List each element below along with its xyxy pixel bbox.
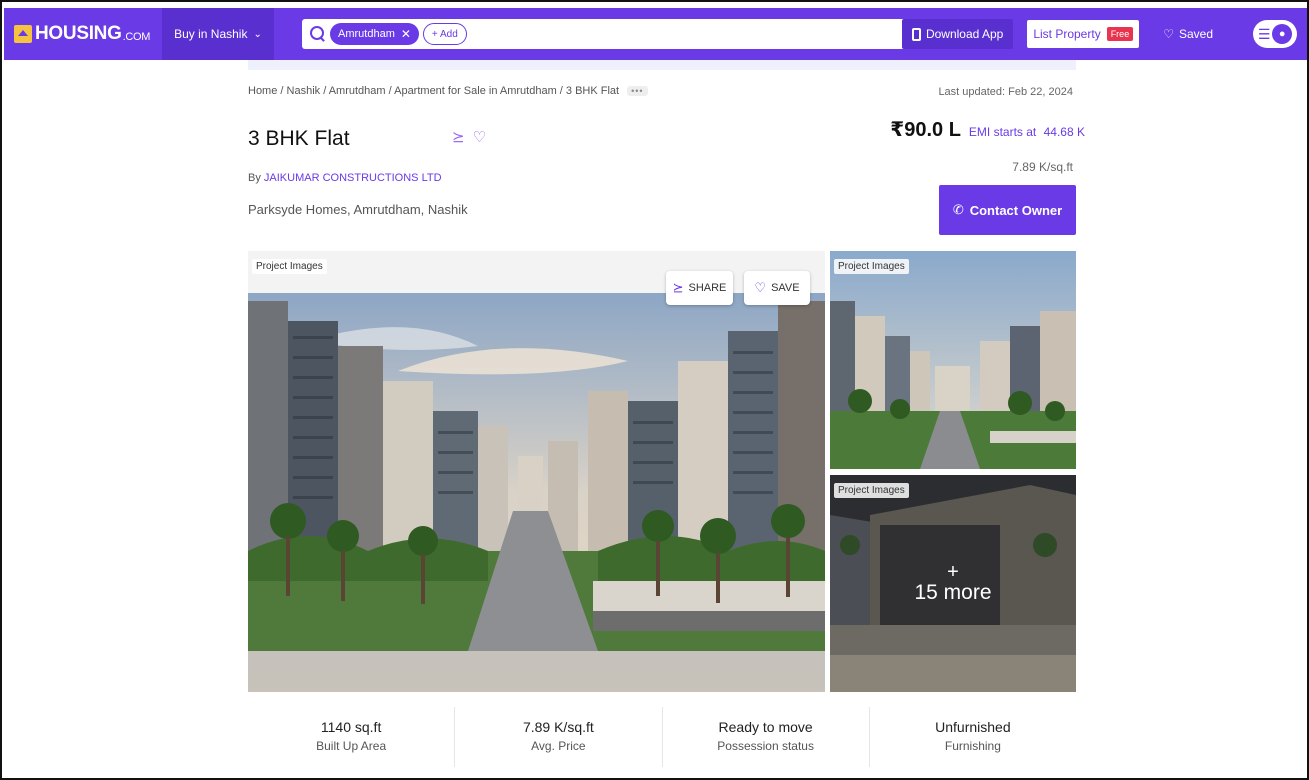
stat-value: Ready to move [718,719,813,735]
contact-owner-button[interactable]: ✆ Contact Owner [939,185,1076,235]
contact-owner-label: Contact Owner [969,202,1063,218]
share-label: SHARE [688,282,727,294]
more-count: 15 more [914,580,992,604]
stat-value: 7.89 K/sq.ft [522,719,594,735]
top-navbar: HOUSING .COM Buy in Nashik ⌄ Amrutdham ✕… [4,8,1307,60]
stat-value: Unfurnished [935,719,1011,735]
house-icon [14,25,32,43]
share-icon: ⪰ [672,280,684,295]
locality-chip[interactable]: Amrutdham ✕ [330,23,419,45]
sub-header-strip [248,60,1076,70]
stat-label: Avg. Price [531,739,586,753]
price-per-sqft: 7.89 K/sq.ft [1012,160,1073,174]
plus-icon: + [947,560,959,583]
search-icon [310,26,326,42]
share-icon[interactable]: ⪰ [452,128,465,146]
profile-menu-button[interactable]: ☰ ● [1253,20,1297,48]
builder-line: By JAIKUMAR CONSTRUCTIONS LTD [248,172,442,184]
image-label: Project Images [252,259,327,274]
search-bar[interactable]: Amrutdham ✕ + Add [302,19,937,49]
heart-icon[interactable]: ♡ [473,128,486,146]
key-stats: 1140 sq.ft Built Up Area 7.89 K/sq.ft Av… [248,707,1076,767]
stat-value: 1140 sq.ft [320,719,382,735]
city-label: Buy in Nashik [174,27,248,41]
emi-link[interactable]: EMI starts at 44.68 K [969,125,1085,139]
price-row: ₹90.0 L EMI starts at 44.68 K [890,117,1085,142]
more-images-tile[interactable]: Project Images + 15 more [830,475,1076,692]
heart-icon: ♡ [1163,27,1174,41]
saved-link[interactable]: ♡ Saved [1163,27,1213,41]
page-title: 3 BHK Flat [248,127,350,150]
download-app-button[interactable]: Download App [901,19,1014,49]
stat-label: Possession status [717,739,814,753]
logo-text: HOUSING [35,23,122,44]
breadcrumb-text[interactable]: Home / Nashik / Amrutdham / Apartment fo… [248,85,619,97]
main-project-image[interactable]: Project Images [248,251,825,692]
image-label: Project Images [834,259,909,274]
hamburger-icon: ☰ [1257,25,1271,42]
free-badge: Free [1106,27,1134,41]
save-label: SAVE [771,282,800,294]
save-button[interactable]: ♡ SAVE [744,271,810,305]
close-icon[interactable]: ✕ [401,27,411,41]
price: ₹90.0 L [890,119,961,141]
download-app-label: Download App [925,27,1004,41]
page-frame: HOUSING .COM Buy in Nashik ⌄ Amrutdham ✕… [0,0,1309,780]
emi-label: EMI starts at [968,125,1037,139]
stat-built-up-area: 1140 sq.ft Built Up Area [248,707,456,767]
saved-label: Saved [1178,27,1213,41]
locality-text: Parksyde Homes, Amrutdham, Nashik [248,202,468,217]
share-button[interactable]: ⪰ SHARE [666,271,733,305]
nav-actions: Download App List Property Free ♡ Saved … [901,8,1297,60]
avatar: ● [1272,24,1293,44]
side-project-image-1[interactable]: Project Images [830,251,1076,469]
township-illustration [830,251,1076,469]
housing-logo[interactable]: HOUSING .COM [14,23,150,45]
township-illustration [248,251,825,692]
logo-suffix: .COM [122,30,151,43]
stat-avg-price: 7.89 K/sq.ft Avg. Price [455,707,663,767]
builder-link[interactable]: JAIKUMAR CONSTRUCTIONS LTD [264,172,442,184]
builder-prefix: By [248,172,261,184]
breadcrumb: Home / Nashik / Amrutdham / Apartment fo… [248,85,648,97]
breadcrumb-more-button[interactable]: ••• [627,86,648,96]
stat-possession: Ready to move Possession status [663,707,870,767]
add-locality-button[interactable]: + Add [422,23,467,45]
city-selector[interactable]: Buy in Nashik ⌄ [162,8,274,60]
chevron-down-icon: ⌄ [253,28,262,40]
stat-furnishing: Unfurnished Furnishing [870,707,1076,767]
phone-icon: ✆ [952,202,964,217]
last-updated: Last updated: Feb 22, 2024 [938,86,1073,98]
list-property-label: List Property [1033,27,1101,41]
title-actions: ⪰ ♡ [452,128,486,146]
stat-label: Built Up Area [316,739,387,753]
heart-icon: ♡ [754,280,767,295]
stat-label: Furnishing [944,739,1001,753]
chip-label: Amrutdham [338,28,395,40]
list-property-button[interactable]: List Property Free [1027,20,1140,48]
emi-value: 44.68 K [1043,125,1085,139]
phone-icon [911,27,921,41]
more-images-overlay: + 15 more [830,475,1076,692]
